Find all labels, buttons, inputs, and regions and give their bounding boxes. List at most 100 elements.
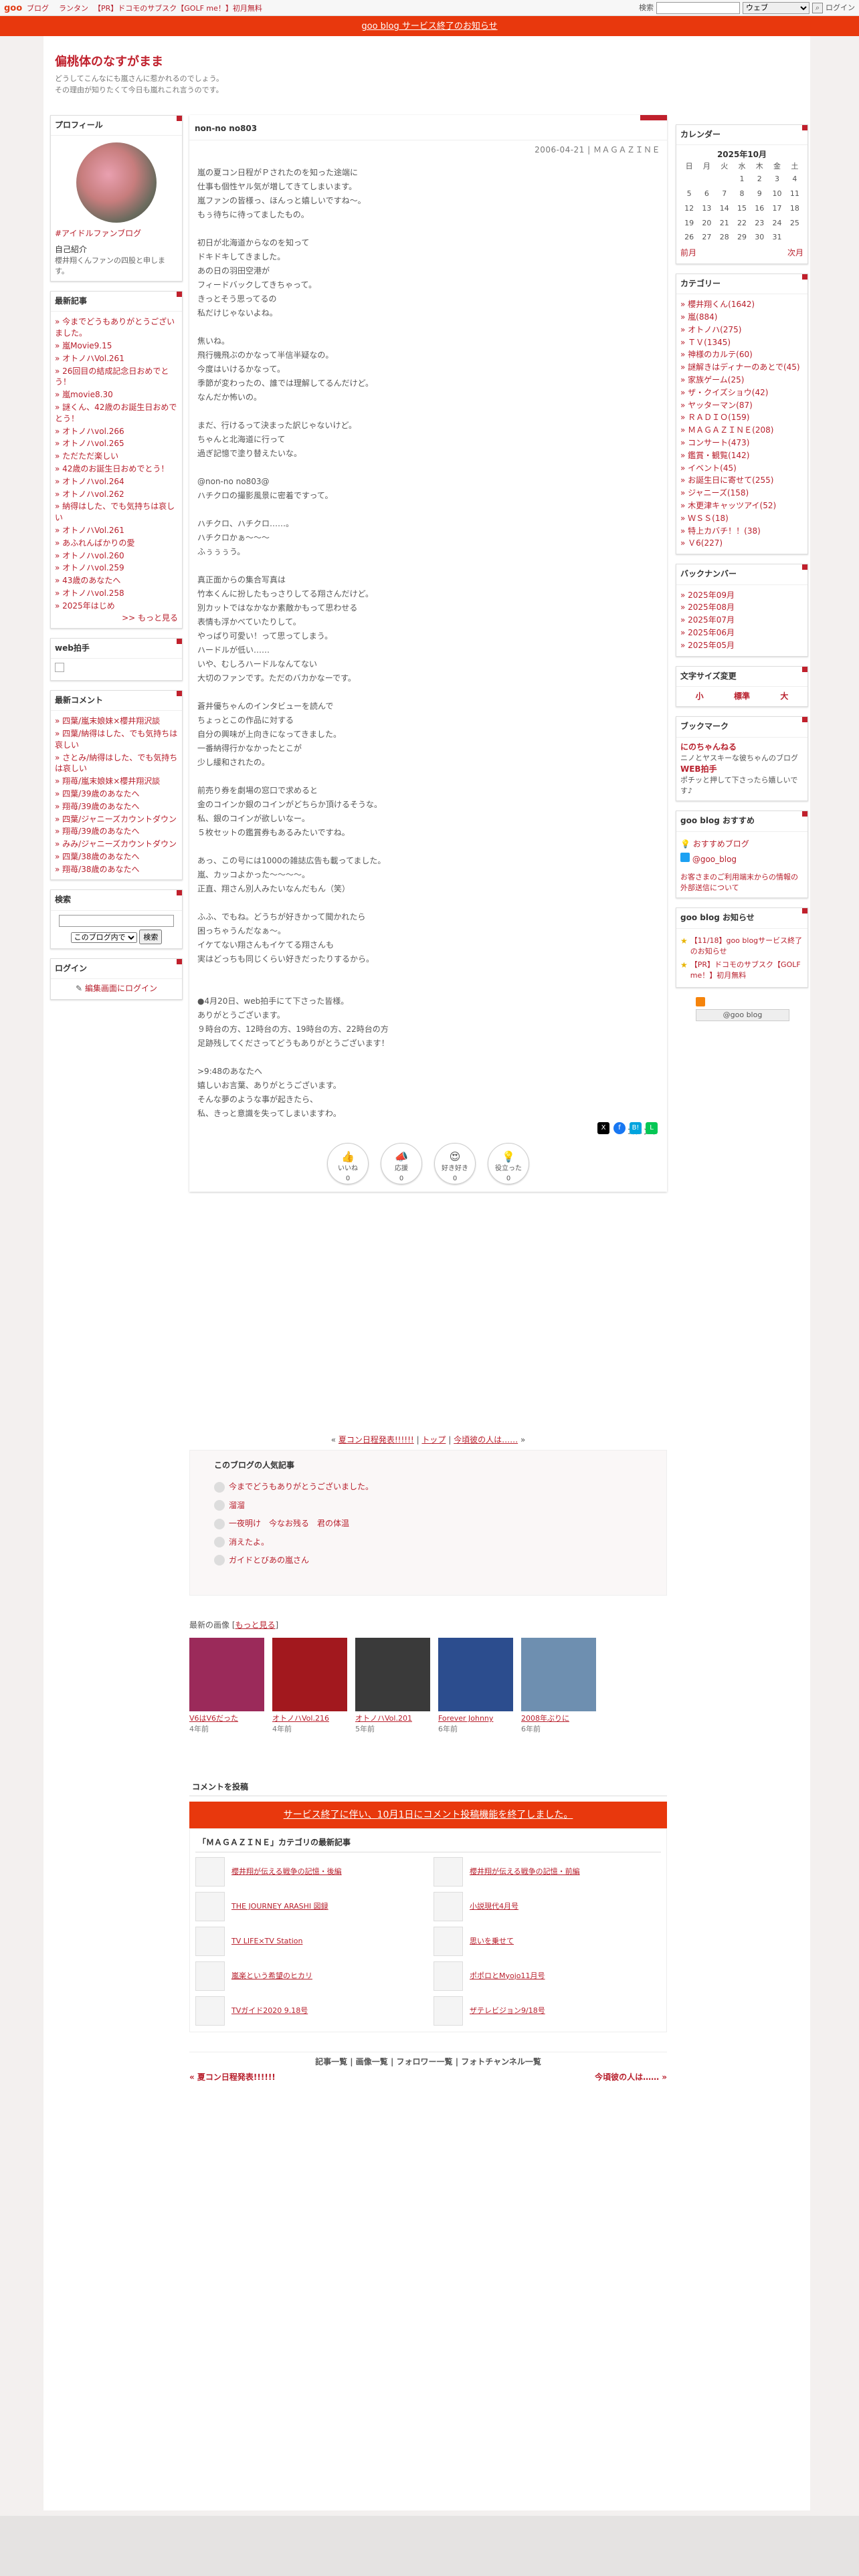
recent-post-item-link[interactable]: 43歳のあなたへ [55,576,120,585]
category-item-link[interactable]: 櫻井翔くん(1642) [680,300,755,309]
related-thumb[interactable] [195,1891,225,1921]
comment-closed-text[interactable]: サービス終了に伴い、10月1日にコメント投稿機能を終了しました。 [284,1810,573,1820]
recent-post-item-link[interactable]: 嵐movie8.30 [55,390,113,399]
recent-comment-item-link[interactable]: 翔苺/38歳のあなたへ [55,865,139,874]
recent-post-item-link[interactable]: 納得はした、でも気持ちは哀しい [55,502,175,522]
related-post[interactable]: 嵐楽という希望のヒカリ [195,1961,423,1992]
recent-post-item-link[interactable]: オトノハVol.261 [55,354,124,363]
recent-comment-item-link[interactable]: 四葉/嵐末娘妹×櫻井翔沢談 [55,716,160,726]
login-link[interactable]: ログイン [826,3,855,13]
recent-comment-item-link[interactable]: 翔苺/39歳のあなたへ [55,802,139,811]
related-thumb[interactable] [195,1856,225,1887]
category-item-link[interactable]: イベント(45) [680,463,737,473]
blog-search-button[interactable]: 検索 [139,929,163,944]
font-normal-button[interactable]: 標準 [734,691,750,702]
related-post[interactable]: ポポロとMyojo11月号 [434,1961,661,1992]
related-post[interactable]: 櫻井翔が伝える戦争の記憶・前編 [434,1856,661,1887]
thumbnail-image[interactable] [355,1638,430,1712]
search-icon[interactable]: ⌕ [812,3,823,13]
related-thumb[interactable] [195,1996,225,2026]
recent-post-item-link[interactable]: オトノハvol.259 [55,563,124,572]
popular-item-link[interactable]: 消えたよ。 [229,1537,269,1547]
recent-post-item-link[interactable]: オトノハvol.266 [55,427,124,436]
topbar-link-blog[interactable]: ブログ [27,3,49,14]
category-item-link[interactable]: オトノハ(275) [680,325,741,334]
notice-bar[interactable]: goo blog サービス終了のお知らせ [0,16,859,36]
image-thumb[interactable]: V6はV6だった 4年前 [189,1638,264,1735]
recent-post-item-link[interactable]: 26回目の結成記念日おめでとう！ [55,366,169,387]
category-item-link[interactable]: Ｖ6(227) [680,538,723,548]
related-thumb[interactable] [434,1961,463,1991]
recent-post-item-link[interactable]: 嵐Movie9.15 [55,341,112,350]
category-item-link[interactable]: ザ・クイズショウ(42) [680,388,768,397]
webclap-image-icon[interactable] [55,663,64,673]
thumbnail-title[interactable]: V6はV6だった [189,1713,264,1724]
notice-2[interactable]: 【PR】ドコモのサブスク【GOLF me！】初月無料 [690,960,803,981]
popular-item-link[interactable]: 今までどうもありがとうございました。 [229,1482,373,1491]
backnumber-item-link[interactable]: 2025年06月 [680,628,735,637]
comment-closed-banner[interactable]: サービス終了に伴い、10月1日にコメント投稿機能を終了しました。 [189,1802,667,1829]
goo-blog-badge[interactable]: @goo blog [696,1009,789,1022]
recent-post-item-link[interactable]: オトノハVol.261 [55,526,124,535]
search-input[interactable] [656,2,740,14]
category-item-link[interactable]: お誕生日に寄せて(255) [680,475,773,485]
recent-post-item-link[interactable]: 謎くん、42歳のお誕生日おめでとう！ [55,403,177,423]
recent-post-item-link[interactable]: 42歳のお誕生日おめでとう！ [55,464,169,473]
reaction-button[interactable]: 💡 役立った 0 [488,1143,529,1185]
category-item-link[interactable]: ＴＶ(1345) [680,338,731,347]
recent-comment-item-link[interactable]: 四葉/38歳のあなたへ [55,852,139,861]
reaction-button[interactable]: 👍 いいね 0 [327,1143,369,1185]
thumbnail-image[interactable] [272,1638,347,1712]
category-item-link[interactable]: 謎解きはディナーのあとで(45) [680,362,800,372]
recent-post-item-link[interactable]: オトノハvol.264 [55,477,124,486]
rss-icon[interactable] [696,997,705,1007]
category-item-link[interactable]: 神様のカルテ(60) [680,350,753,359]
recent-comment-item-link[interactable]: 四葉/ジャニーズカウントダウン [55,815,177,824]
calendar-next[interactable]: 次月 [787,247,803,259]
backnumber-item-link[interactable]: 2025年08月 [680,603,735,612]
x-share-icon[interactable]: X [597,1122,609,1134]
topbar-link-ranking[interactable]: ランタン [59,3,88,14]
related-post-link[interactable]: 櫻井翔が伝える戦争の記憶・後編 [231,1866,342,1877]
related-post-link[interactable]: THE JOURNEY ARASHI 図録 [231,1901,328,1912]
popular-item-link[interactable]: 溜溜 [229,1501,245,1510]
external-send-link[interactable]: お客さまのご利用端末からの情報の外部送信について [680,872,803,893]
category-item-link[interactable]: 木更津キャッツアイ(52) [680,501,776,510]
backnumber-item-link[interactable]: 2025年07月 [680,615,735,625]
more-link[interactable]: >> もっと見る [122,613,178,623]
topbar-link-pr[interactable]: 【PR】ドコモのサブスク【GOLF me！】初月無料 [94,3,262,14]
related-thumb[interactable] [434,1996,463,2026]
category-item-link[interactable]: 家族ゲーム(25) [680,375,744,385]
image-thumb[interactable]: 2008年ぶりに 6年前 [521,1638,596,1735]
profile-tag[interactable]: #アイドルファンブログ [55,229,141,238]
category-item-link[interactable]: ジャニーズ(158) [680,488,749,498]
related-post[interactable]: 小説現代4月号 [434,1891,661,1922]
related-post-link[interactable]: TV LIFE×TV Station [231,1936,302,1947]
thumbnail-title[interactable]: オトノハVol.201 [355,1713,430,1724]
footer-next-link[interactable]: 今頃彼の人は…… » [595,2072,667,2083]
prev-entry-link[interactable]: 夏コン日程発表!!!!!! [339,1435,414,1444]
recent-comment-item-link[interactable]: 四葉/39歳のあなたへ [55,789,139,798]
recent-comment-item-link[interactable]: さとみ/納得はした、でも気持ちは哀しい [55,753,177,774]
thumbnail-title[interactable]: 2008年ぶりに [521,1713,596,1724]
goo-twitter-link[interactable]: @goo_blog [692,855,737,864]
category-item-link[interactable]: ヤッターマン(87) [680,401,753,410]
blog-search-input[interactable] [59,914,174,927]
popular-item-link[interactable]: 一夜明け 今なお残る 君の体温 [229,1519,349,1528]
thumbnail-title[interactable]: Forever Johnny [438,1713,513,1724]
thumbnail-image[interactable] [521,1638,596,1712]
image-thumb[interactable]: オトノハVol.216 4年前 [272,1638,347,1735]
next-entry-link[interactable]: 今頃彼の人は…… [454,1435,518,1444]
facebook-share-icon[interactable]: f [613,1122,626,1134]
edit-login-link[interactable]: 編集画面にログイン [85,984,157,993]
related-post[interactable]: 櫻井翔が伝える戦争の記憶・後編 [195,1856,423,1887]
entry-title[interactable]: non-no no803 [189,115,667,141]
footer-prev-link[interactable]: « 夏コン日程発表!!!!!! [189,2072,276,2083]
reaction-button[interactable]: 😍 好き好き 0 [434,1143,476,1185]
related-post[interactable]: 思いを乗せて [434,1926,661,1957]
goo-logo[interactable]: goo [4,3,22,15]
image-thumb[interactable]: Forever Johnny 6年前 [438,1638,513,1735]
font-small-button[interactable]: 小 [696,691,704,702]
related-post-link[interactable]: 嵐楽という希望のヒカリ [231,1971,312,1981]
category-item-link[interactable]: 嵐(884) [680,312,717,322]
